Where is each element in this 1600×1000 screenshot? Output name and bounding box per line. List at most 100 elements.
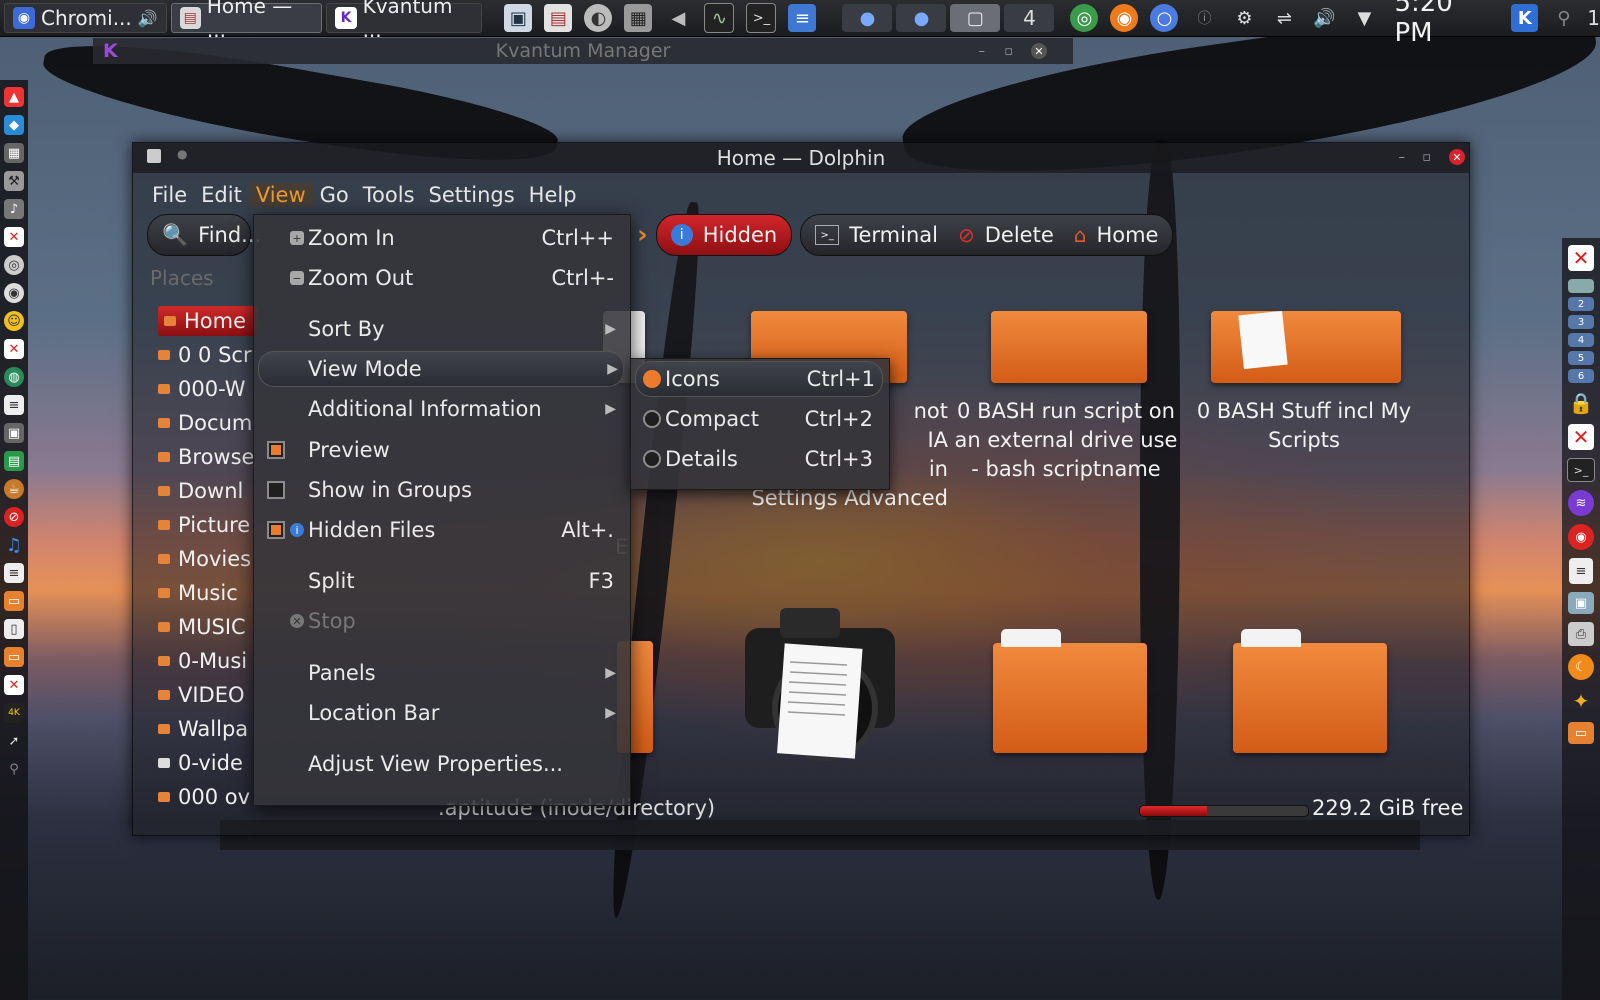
tools-icon[interactable]: ⚒: [4, 171, 24, 191]
place-item[interactable]: MUSIC: [158, 612, 246, 642]
disk-icon[interactable]: ◐: [584, 4, 613, 32]
place-item[interactable]: Downl: [158, 476, 243, 506]
volume-tray-icon[interactable]: 🔊: [1310, 4, 1338, 32]
menu-edit[interactable]: Edit: [194, 183, 249, 207]
4k-icon[interactable]: 4K: [4, 703, 24, 723]
document-dock-icon[interactable]: ≡: [4, 563, 24, 583]
kvantum-window-titlebar[interactable]: K Kvantum Manager – ▫ ✕: [93, 38, 1073, 64]
task-chromium[interactable]: ◉ Chromi... 🔊: [4, 3, 167, 33]
hidden-button[interactable]: i Hidden: [655, 214, 793, 256]
menu-settings[interactable]: Settings: [422, 183, 522, 207]
text-file-icon[interactable]: ≡: [4, 395, 24, 415]
terminal-button[interactable]: >_ Terminal: [815, 223, 938, 247]
menu-item-view-mode[interactable]: View Mode ▶: [258, 351, 624, 387]
place-item[interactable]: 000-W: [158, 374, 246, 404]
chrome-icon[interactable]: ○: [1150, 4, 1179, 32]
volume-icon[interactable]: ◀: [664, 4, 692, 32]
place-item[interactable]: Browse: [158, 442, 254, 472]
find-button[interactable]: 🔍 Find...: [147, 214, 261, 256]
view-mode-icons[interactable]: Icons Ctrl+1: [635, 361, 883, 397]
folder-dock-icon[interactable]: ▭: [4, 591, 24, 611]
view-mode-compact[interactable]: Compact Ctrl+2: [631, 401, 889, 437]
clapper-icon[interactable]: ▦: [4, 143, 24, 163]
firefox-icon[interactable]: ◉: [1110, 4, 1139, 32]
maximize-icon[interactable]: ▫: [1004, 44, 1013, 59]
place-item[interactable]: Music: [158, 578, 238, 608]
menu-item-zoom-in[interactable]: + Zoom In Ctrl++: [254, 220, 630, 256]
folder-icon[interactable]: [1233, 629, 1387, 753]
menu-help[interactable]: Help: [522, 183, 584, 207]
file-manager-icon[interactable]: ▤: [544, 4, 573, 32]
folder-icon[interactable]: [1211, 310, 1401, 383]
close-icon[interactable]: ✕: [1449, 149, 1465, 165]
photo-icon[interactable]: ▣: [4, 423, 24, 443]
speaker-dock-icon[interactable]: ♪: [4, 199, 24, 219]
menu-item-sort-by[interactable]: Sort By ▶: [254, 311, 630, 347]
place-item[interactable]: Docum: [158, 408, 252, 438]
menu-view[interactable]: View: [248, 183, 313, 207]
spreadsheet-icon[interactable]: ▤: [4, 451, 24, 471]
kodi-icon[interactable]: ◆: [4, 115, 24, 135]
x-icon[interactable]: ✕: [4, 227, 24, 247]
arrow-icon[interactable]: ➚: [4, 731, 24, 751]
menu-go[interactable]: Go: [313, 183, 356, 207]
checkbox-checked[interactable]: [267, 521, 285, 539]
menu-item-show-in-groups[interactable]: Show in Groups: [254, 472, 630, 508]
menu-item-hidden-files[interactable]: i Hidden Files Alt+.: [254, 512, 630, 548]
remote-desktop-icon[interactable]: ▣: [504, 4, 533, 32]
printer-icon[interactable]: ⎙: [1568, 622, 1594, 646]
maximize-icon[interactable]: ▫: [1422, 150, 1431, 165]
globe-dock-icon[interactable]: ◍: [4, 367, 24, 387]
task-kvantum[interactable]: K Kvantum ...: [326, 0, 483, 42]
menu-tools[interactable]: Tools: [356, 183, 422, 207]
terminal-icon[interactable]: >_: [746, 3, 777, 33]
file-label[interactable]: 0 BASH run script on an external drive u…: [931, 397, 1201, 484]
menu-item-location-bar[interactable]: Location Bar ▶: [254, 695, 630, 731]
folder-dock-icon[interactable]: ▭: [4, 647, 24, 667]
file-label[interactable]: 0 BASH Stuff incl My Scripts: [1169, 397, 1439, 455]
forward-chevron-icon[interactable]: ›: [637, 220, 648, 250]
place-item[interactable]: 0 0 Scr: [158, 340, 252, 370]
view-mode-details[interactable]: Details Ctrl+3: [631, 441, 889, 477]
file-dock-icon[interactable]: ▯: [4, 619, 24, 639]
checkbox-checked[interactable]: [267, 441, 285, 459]
minimize-icon[interactable]: –: [979, 44, 986, 59]
system-monitor-icon[interactable]: ∿: [704, 3, 735, 33]
lock-icon[interactable]: 🔒: [1568, 390, 1594, 416]
minimize-icon[interactable]: –: [1399, 150, 1406, 165]
audio-wave-icon[interactable]: ≋: [1568, 490, 1594, 516]
place-item[interactable]: 0-vide: [158, 748, 243, 778]
coffee-icon[interactable]: ☕: [4, 479, 24, 499]
menu-item-panels[interactable]: Panels ▶: [254, 655, 630, 691]
network-icon[interactable]: ⚙: [1230, 4, 1258, 32]
workspace-6[interactable]: 6: [1568, 369, 1594, 383]
popcorn-icon[interactable]: ▲: [4, 87, 24, 107]
menu-item-preview[interactable]: Preview: [254, 432, 630, 468]
window-titlebar[interactable]: ● Home — Dolphin – ▫ ✕: [133, 143, 1469, 173]
folder-dock-icon[interactable]: ▭: [1568, 722, 1594, 744]
place-item[interactable]: VIDEO: [158, 680, 245, 710]
pin-icon[interactable]: ⚲: [1550, 4, 1577, 32]
disc-icon[interactable]: ◎: [4, 255, 24, 275]
home-button[interactable]: ⌂ Home: [1074, 223, 1159, 247]
red-disc-icon[interactable]: ◉: [1568, 524, 1594, 550]
place-item[interactable]: Picture: [158, 510, 250, 540]
clock[interactable]: 5:20 PM: [1394, 0, 1495, 48]
terminal-dock-icon[interactable]: >_: [1567, 458, 1595, 482]
image-viewer-icon[interactable]: ▣: [1568, 592, 1594, 614]
calculator-icon[interactable]: ▦: [624, 4, 653, 32]
place-item[interactable]: Home: [158, 306, 259, 336]
menu-item-split[interactable]: Split F3: [254, 563, 630, 599]
x-icon[interactable]: ✕: [1568, 424, 1594, 450]
x-icon[interactable]: ✕: [1568, 245, 1594, 271]
delete-button[interactable]: ⊘ Delete: [958, 223, 1054, 247]
radio-unselected[interactable]: [643, 450, 661, 468]
info-icon[interactable]: ⓘ: [1190, 4, 1218, 32]
task-dolphin[interactable]: ▤ Home — ...: [170, 0, 323, 42]
menu-item-adjust-view-properties[interactable]: Adjust View Properties...: [254, 746, 630, 782]
fish-icon[interactable]: ✦: [1568, 688, 1594, 714]
document-icon[interactable]: ≡: [788, 4, 817, 32]
close-icon[interactable]: ✕: [1031, 43, 1047, 59]
kde-menu-icon[interactable]: K: [1511, 4, 1539, 32]
camera-file-icon[interactable]: [735, 598, 905, 778]
